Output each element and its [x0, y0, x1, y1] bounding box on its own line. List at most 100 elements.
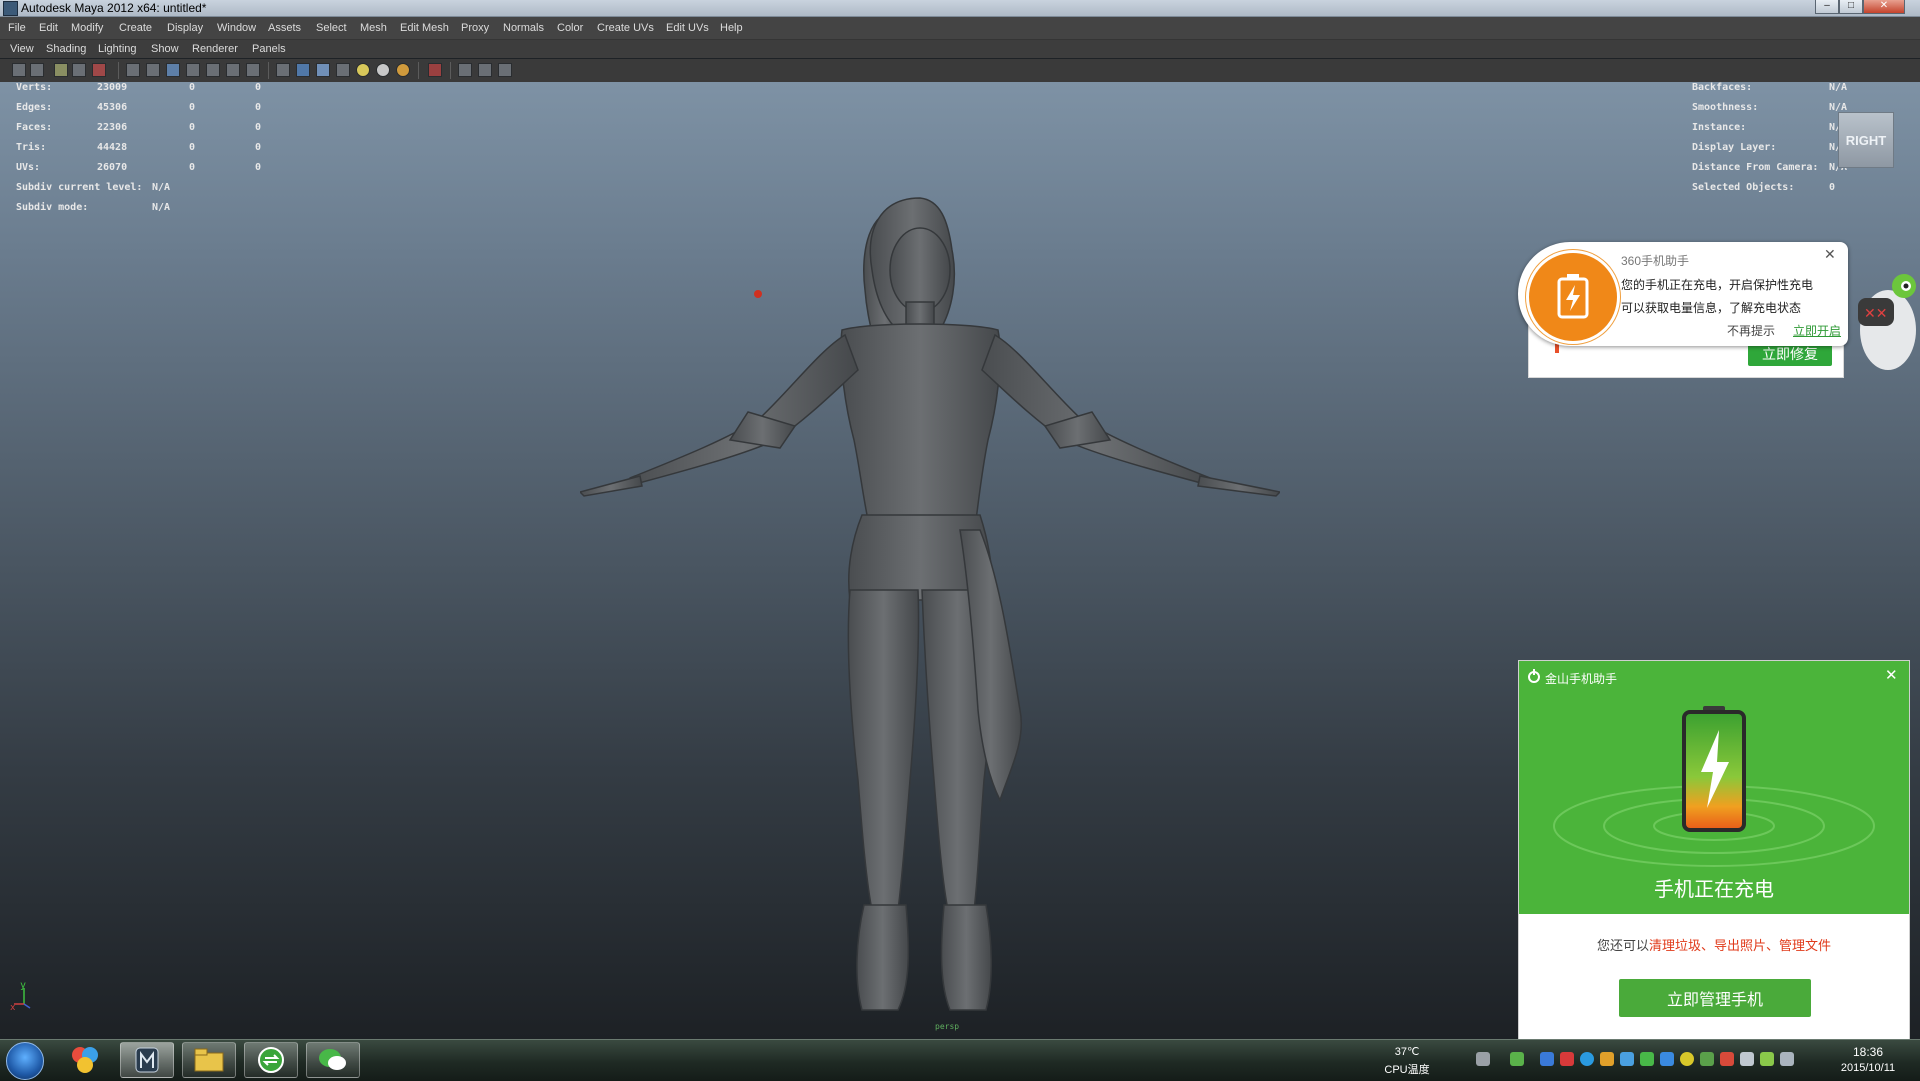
close-button[interactable]: ✕ — [1863, 0, 1905, 14]
audio-manager-tray-icon[interactable] — [1720, 1052, 1734, 1066]
minimize-button[interactable]: – — [1815, 0, 1839, 14]
menu-window[interactable]: Window — [217, 17, 256, 39]
camera-attributes-icon[interactable] — [30, 63, 44, 77]
menu-assets[interactable]: Assets — [268, 17, 301, 39]
safe-title-icon[interactable] — [246, 63, 260, 77]
tip-actions-link[interactable]: 清理垃圾、导出照片、管理文件 — [1649, 938, 1831, 953]
pivot-marker — [754, 290, 762, 298]
panel-menu-bar: View Shading Lighting Show Renderer Pane… — [0, 40, 1920, 58]
windows-taskbar: 37℃ CPU温度 18:36 2015/10/11 — [0, 1039, 1920, 1081]
maximize-button[interactable]: □ — [1839, 0, 1863, 14]
field-chart-icon[interactable] — [206, 63, 220, 77]
xray-icon[interactable] — [458, 63, 472, 77]
wechat-icon[interactable] — [306, 1042, 360, 1078]
backface-culling-icon[interactable] — [498, 63, 512, 77]
kingsoft-close-icon[interactable]: ✕ — [1885, 666, 1898, 684]
textured-icon[interactable] — [336, 63, 350, 77]
panel-menu-panels[interactable]: Panels — [252, 40, 286, 58]
menu-edit-mesh[interactable]: Edit Mesh — [400, 17, 449, 39]
menu-file[interactable]: File — [8, 17, 26, 39]
display-tray-icon[interactable] — [1740, 1052, 1754, 1066]
wireframe-icon[interactable] — [276, 63, 290, 77]
media-center-icon[interactable] — [58, 1042, 112, 1078]
hud-uvs-selected: 0 — [189, 162, 196, 173]
network-tray-icon[interactable] — [1540, 1052, 1554, 1066]
manage-phone-button[interactable]: 立即管理手机 — [1619, 979, 1811, 1017]
volume-tray-icon[interactable] — [1780, 1052, 1794, 1066]
menu-edit-uvs[interactable]: Edit UVs — [666, 17, 709, 39]
high-quality-icon[interactable] — [396, 63, 410, 77]
menu-create[interactable]: Create — [119, 17, 152, 39]
bookmark-icon[interactable] — [54, 63, 68, 77]
qq-tray-icon[interactable] — [1620, 1052, 1634, 1066]
resolution-gate-icon[interactable] — [166, 63, 180, 77]
hud-selected-objects-label: Selected Objects: — [1692, 182, 1795, 193]
kingsoft-app-name: 金山手机助手 — [1545, 672, 1618, 686]
menu-help[interactable]: Help — [720, 17, 743, 39]
panel-menu-view[interactable]: View — [10, 40, 34, 58]
menu-proxy[interactable]: Proxy — [461, 17, 489, 39]
xray-joints-icon[interactable] — [478, 63, 492, 77]
hud-selected-objects-value: 0 — [1829, 182, 1836, 193]
browser-tray-icon[interactable] — [1580, 1052, 1594, 1066]
popup-360-close-icon[interactable]: ✕ — [1824, 246, 1836, 263]
enable-now-link[interactable]: 立即开启 — [1793, 322, 1841, 339]
assistant-tray-icon[interactable] — [1680, 1052, 1694, 1066]
menu-create-uvs[interactable]: Create UVs — [597, 17, 654, 39]
view-cube[interactable]: RIGHT — [1838, 112, 1894, 168]
hud-distance-label: Distance From Camera: — [1692, 162, 1819, 173]
panel-menu-show[interactable]: Show — [151, 40, 179, 58]
axis-indicator: y x — [10, 982, 31, 1012]
image-plane-icon[interactable] — [72, 63, 86, 77]
grid-icon[interactable] — [126, 63, 140, 77]
character-model[interactable] — [580, 190, 1280, 1039]
menu-color[interactable]: Color — [557, 17, 583, 39]
dont-remind-link[interactable]: 不再提示 — [1727, 322, 1775, 339]
phone-tray-icon[interactable] — [1510, 1052, 1524, 1066]
hud-uvs-label: UVs: — [16, 162, 41, 173]
select-camera-icon[interactable] — [12, 63, 26, 77]
menu-display[interactable]: Display — [167, 17, 203, 39]
sync-icon[interactable] — [244, 1042, 298, 1078]
hud-edges-uvs: 0 — [255, 102, 262, 113]
mascot-icon: ✕✕ — [1858, 274, 1916, 370]
menu-mesh[interactable]: Mesh — [360, 17, 387, 39]
file-explorer-icon[interactable] — [182, 1042, 236, 1078]
film-gate-icon[interactable] — [146, 63, 160, 77]
menu-select[interactable]: Select — [316, 17, 347, 39]
panel-menu-lighting[interactable]: Lighting — [98, 40, 137, 58]
maya-icon[interactable] — [120, 1042, 174, 1078]
update-tray-icon[interactable] — [1700, 1052, 1714, 1066]
wechat-tray-icon[interactable] — [1640, 1052, 1654, 1066]
security-tray-icon[interactable] — [1560, 1052, 1574, 1066]
clock-time[interactable]: 18:36 — [1820, 1045, 1916, 1059]
wireframe-on-shaded-icon[interactable] — [316, 63, 330, 77]
shadows-icon[interactable] — [376, 63, 390, 77]
hud-edges-value: 45306 — [97, 102, 128, 113]
menu-edit[interactable]: Edit — [39, 17, 58, 39]
start-orb-icon[interactable] — [6, 1042, 44, 1080]
hud-subdiv-mode-value: N/A — [152, 202, 171, 213]
isolate-select-icon[interactable] — [428, 63, 442, 77]
autodesk-tray-icon[interactable] — [1660, 1052, 1674, 1066]
hud-subdiv-level-label: Subdiv current level: — [16, 182, 143, 193]
kingsoft-logo-icon — [1528, 669, 1540, 683]
use-all-lights-icon[interactable] — [356, 63, 370, 77]
safe-action-icon[interactable] — [226, 63, 240, 77]
keyboard-tray-icon[interactable] — [1476, 1052, 1490, 1066]
menu-modify[interactable]: Modify — [71, 17, 103, 39]
panel-menu-shading[interactable]: Shading — [46, 40, 86, 58]
hud-faces-selected: 0 — [189, 122, 196, 133]
panel-menu-renderer[interactable]: Renderer — [192, 40, 238, 58]
hud-backfaces-value: N/A — [1829, 82, 1848, 93]
menu-normals[interactable]: Normals — [503, 17, 544, 39]
smooth-shade-icon[interactable] — [296, 63, 310, 77]
two-d-pan-icon[interactable] — [92, 63, 106, 77]
gate-mask-icon[interactable] — [186, 63, 200, 77]
kingsoft-assistant-panel: 金山手机助手 ✕ 手机正在充电 您还可以清理垃圾、导出照片、管理文件 立即管理手… — [1518, 660, 1910, 1040]
kingsoft-tip: 您还可以清理垃圾、导出照片、管理文件 — [1519, 935, 1909, 954]
axis-x-label: x — [10, 1003, 16, 1012]
clock-date[interactable]: 2015/10/11 — [1820, 1062, 1916, 1074]
shield-tray-icon[interactable] — [1600, 1052, 1614, 1066]
usb-tray-icon[interactable] — [1760, 1052, 1774, 1066]
